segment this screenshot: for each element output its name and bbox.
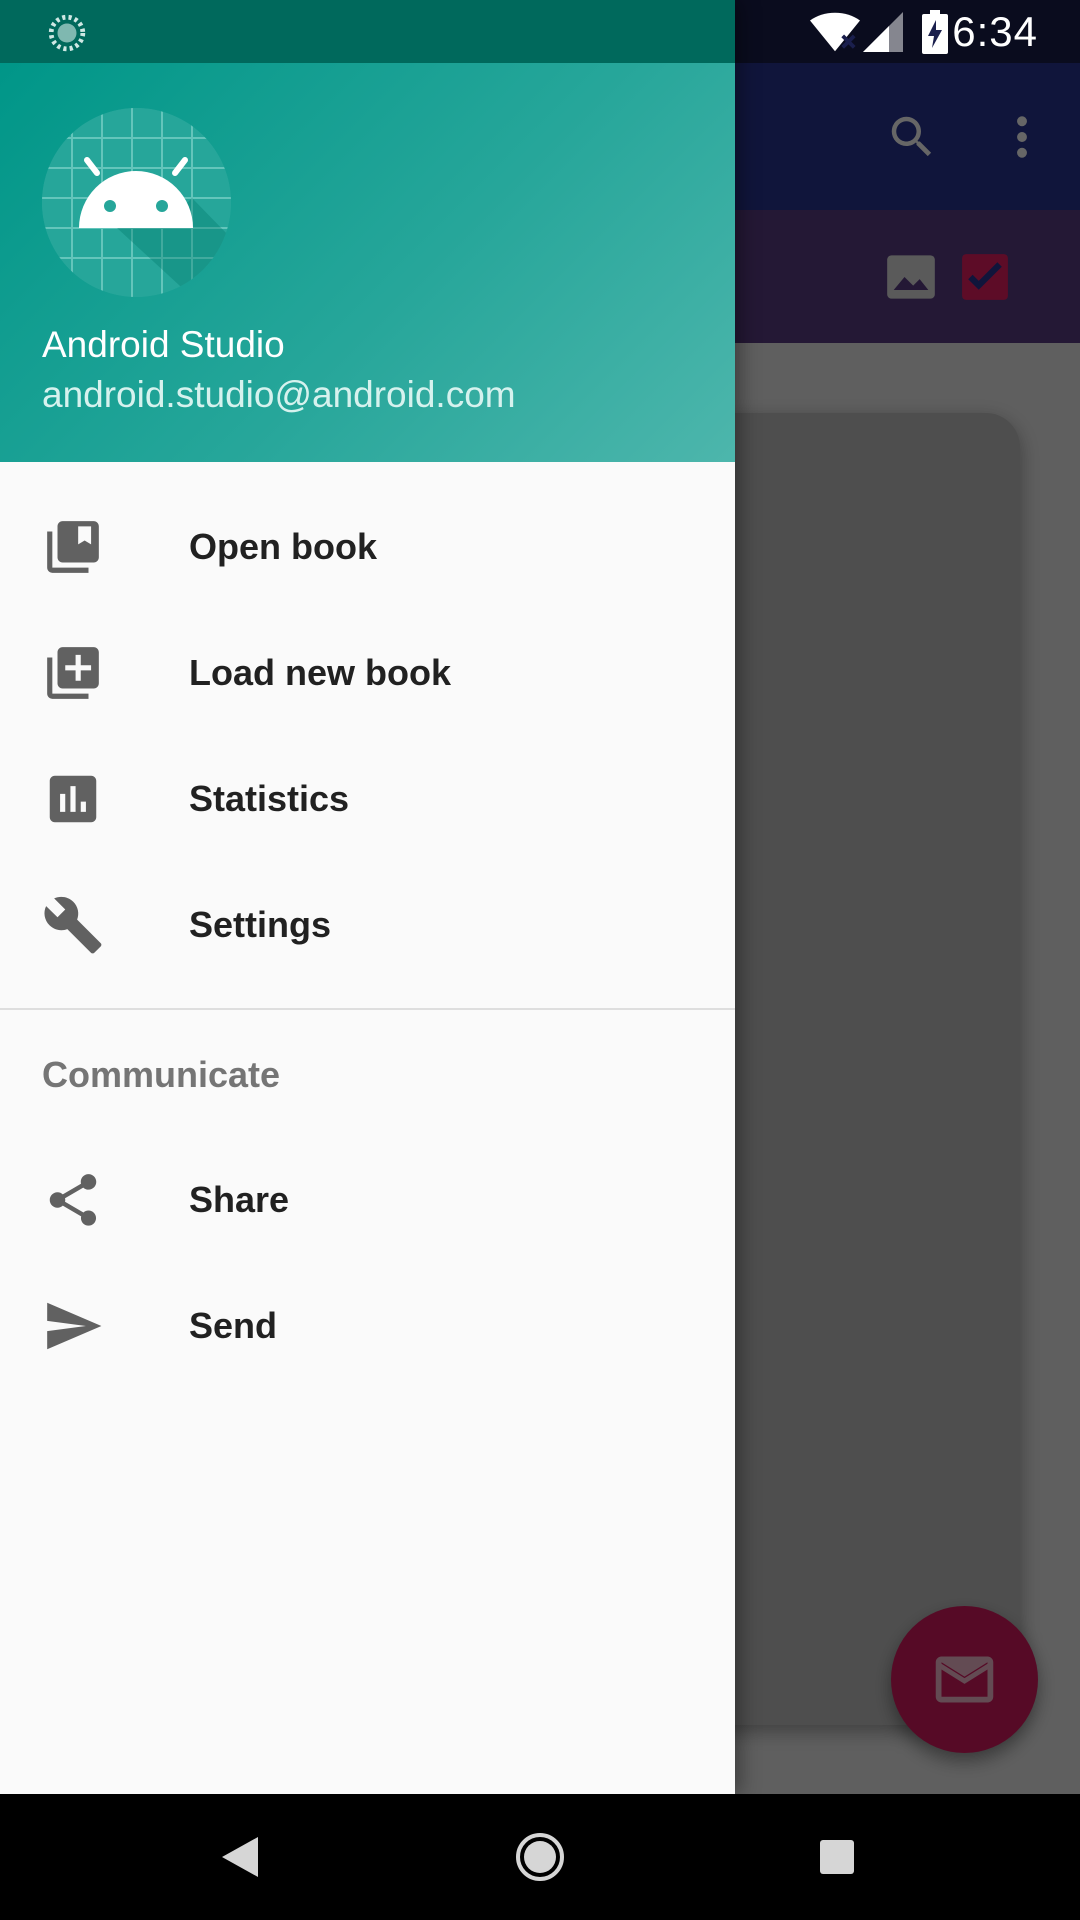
library-add-icon bbox=[42, 642, 104, 704]
user-name: Android Studio bbox=[42, 324, 285, 365]
menu-item-share[interactable]: Share bbox=[0, 1137, 735, 1263]
library-books-icon bbox=[42, 516, 104, 578]
share-icon bbox=[42, 1169, 104, 1231]
home-icon bbox=[516, 1833, 564, 1881]
signal-icon bbox=[863, 12, 903, 57]
menu-item-label: Load new book bbox=[189, 652, 452, 693]
android-logo-icon bbox=[42, 108, 231, 297]
bar-chart-icon bbox=[42, 768, 104, 830]
drawer-header: Android Studio android.studio@android.co… bbox=[0, 63, 735, 462]
menu-item-settings[interactable]: Settings bbox=[0, 862, 735, 988]
avatar[interactable] bbox=[42, 108, 231, 297]
menu-divider bbox=[0, 1008, 735, 1010]
menu-item-statistics[interactable]: Statistics bbox=[0, 736, 735, 862]
wrench-icon bbox=[42, 894, 104, 956]
back-button[interactable] bbox=[180, 1794, 300, 1920]
user-email: android.studio@android.com bbox=[42, 374, 516, 415]
send-icon bbox=[42, 1295, 104, 1357]
menu-item-label: Share bbox=[189, 1179, 290, 1220]
menu-item-send[interactable]: Send bbox=[0, 1263, 735, 1389]
system-navigation-bar bbox=[0, 1794, 1080, 1920]
status-bar-right: 6:34 bbox=[720, 0, 1080, 63]
menu-item-open-book[interactable]: Open book bbox=[0, 484, 735, 610]
navigation-drawer: Android Studio android.studio@android.co… bbox=[0, 0, 735, 1794]
menu-item-label: Statistics bbox=[189, 778, 350, 819]
recents-icon bbox=[820, 1840, 854, 1874]
recents-button[interactable] bbox=[777, 1794, 897, 1920]
home-button[interactable] bbox=[480, 1794, 600, 1920]
back-icon bbox=[222, 1837, 258, 1877]
battery-charging-icon bbox=[922, 10, 948, 59]
section-header-communicate: Communicate bbox=[42, 1054, 281, 1095]
menu-item-label: Settings bbox=[189, 904, 332, 945]
loading-icon bbox=[48, 14, 86, 57]
menu-item-label: Open book bbox=[189, 526, 377, 567]
menu-item-label: Send bbox=[189, 1305, 278, 1346]
menu-item-load-new-book[interactable]: Load new book bbox=[0, 610, 735, 736]
status-time: 6:34 bbox=[952, 8, 1038, 55]
drawer-status-bar bbox=[0, 0, 735, 63]
wifi-icon bbox=[810, 12, 860, 57]
